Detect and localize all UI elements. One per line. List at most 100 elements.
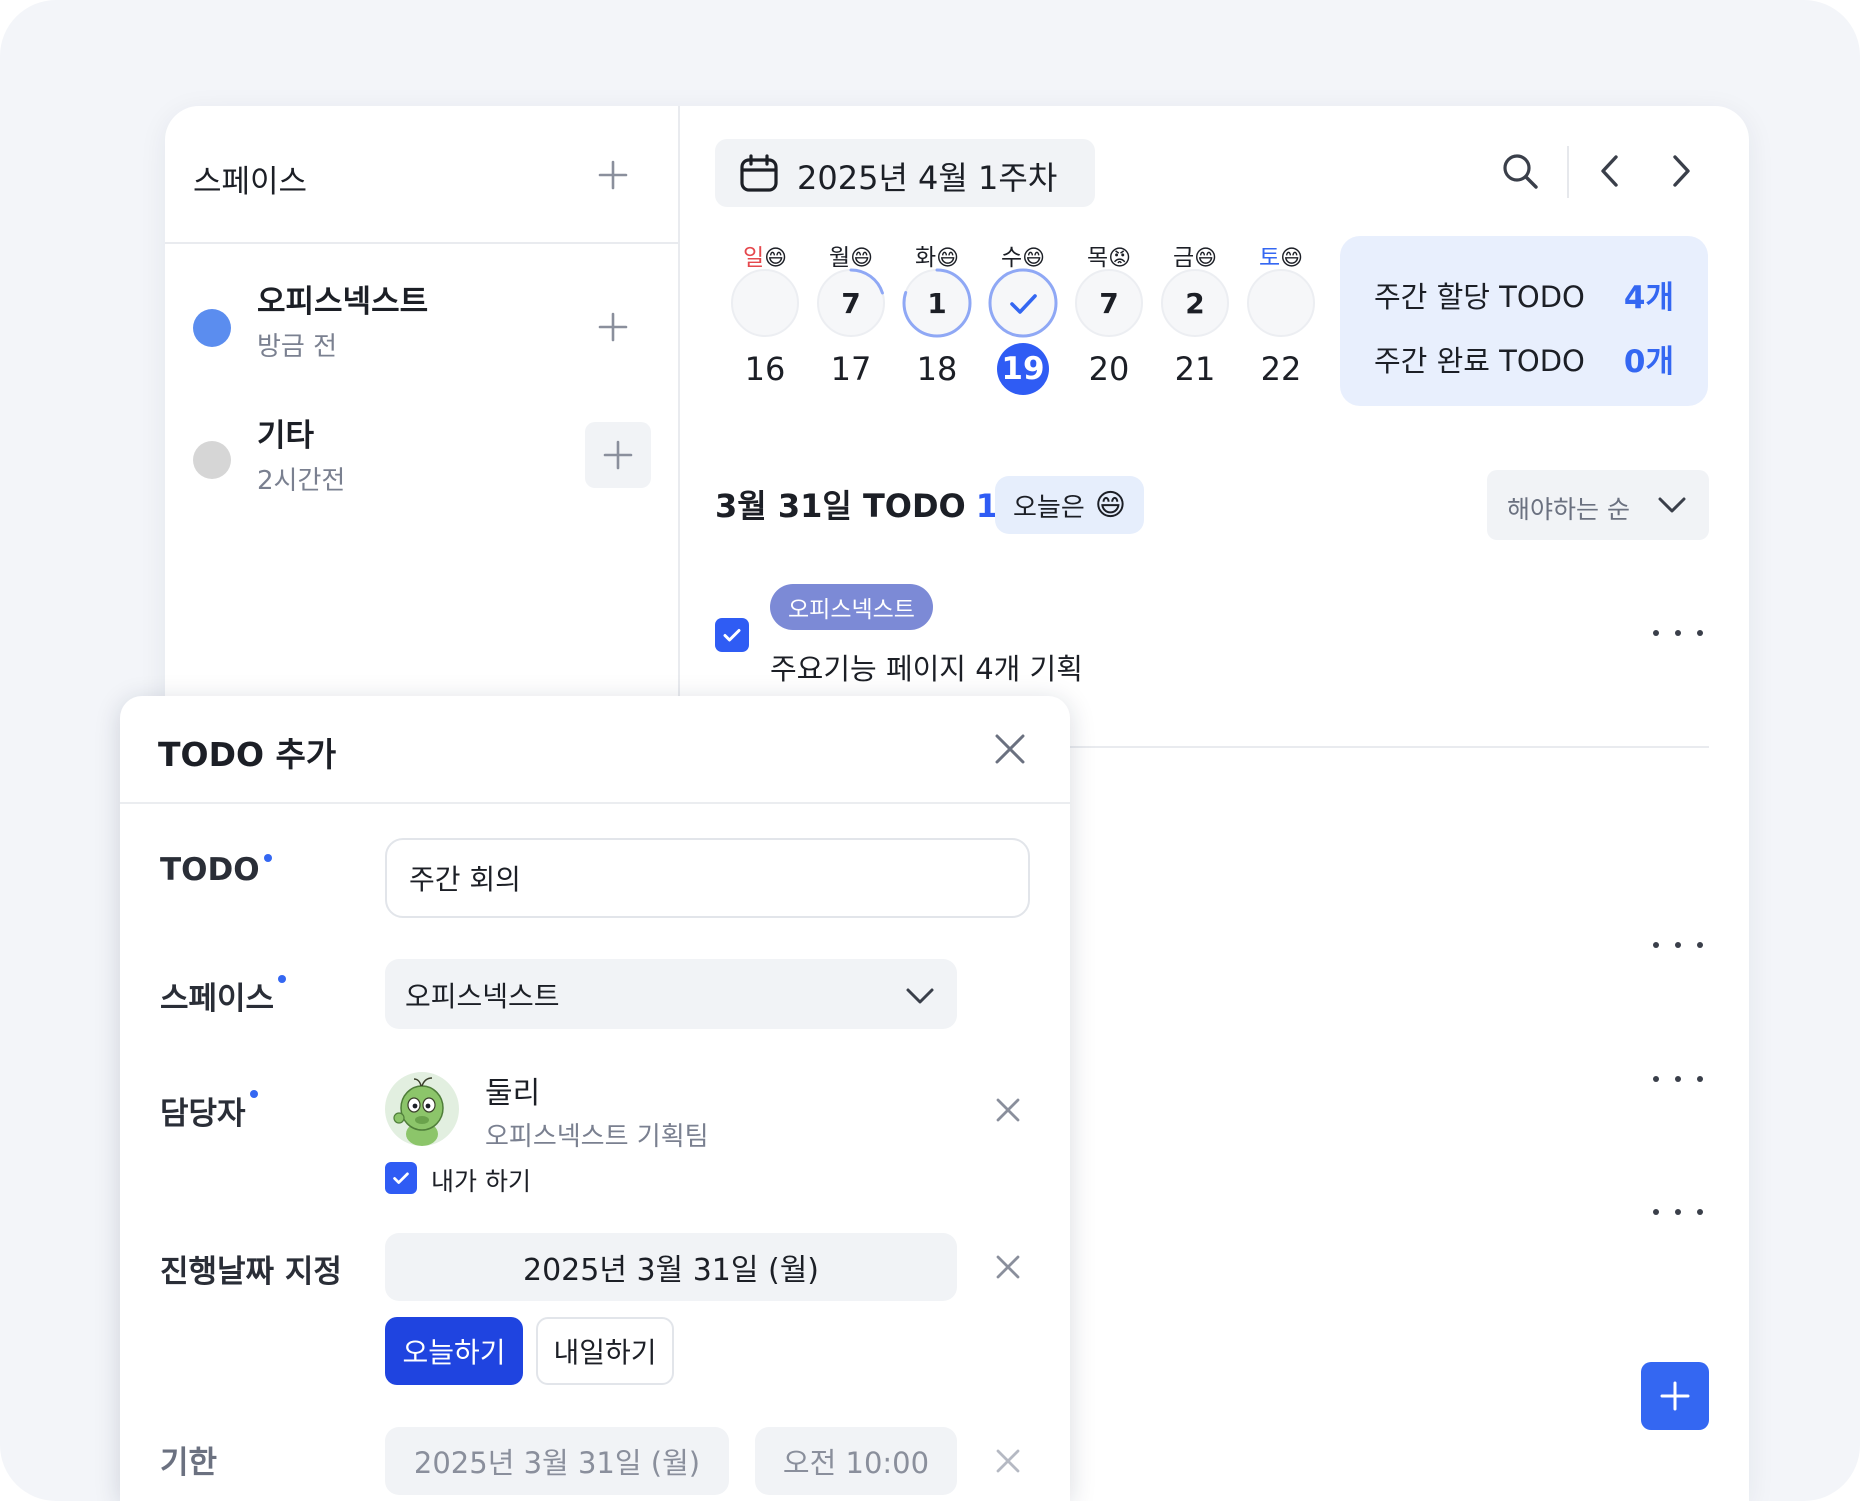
day-date: 17 <box>809 344 893 394</box>
progress-date-label: 진행날짜 지정 <box>160 1254 342 1290</box>
todo-checkbox[interactable] <box>715 618 749 652</box>
day-date: 16 <box>723 344 807 394</box>
space-name: 오피스넥스트 <box>257 284 429 320</box>
space-select-value: 오피스넥스트 <box>405 980 560 1013</box>
due-time-field[interactable]: 오전 10:00 <box>755 1427 957 1495</box>
day-todo-count <box>730 268 800 338</box>
weekly-stats-card: 주간 할당 TODO 4개 주간 완료 TODO 0개 <box>1340 236 1708 406</box>
assigned-todo-label: 주간 할당 TODO <box>1374 280 1585 314</box>
more-options-button[interactable] <box>1653 1069 1703 1089</box>
date-number: 19 <box>997 343 1049 395</box>
day-label: 화😄 <box>895 238 979 272</box>
clear-due-button[interactable] <box>986 1439 1030 1483</box>
next-week-button[interactable] <box>1655 146 1705 196</box>
check-icon <box>723 629 741 642</box>
day-label: 수😄 <box>981 238 1065 272</box>
avatar <box>385 1072 459 1146</box>
day-date: 21 <box>1153 344 1237 394</box>
todo-title[interactable]: 주요기능 페이지 4개 기획 <box>770 646 1083 688</box>
previous-week-button[interactable] <box>1586 146 1636 196</box>
more-options-button[interactable] <box>1653 935 1703 955</box>
todo-more-button[interactable] <box>1653 623 1703 643</box>
date-number: 16 <box>744 350 786 388</box>
add-todo-modal: TODO 추가 TODO 스페이스 오피스넥스트 담당자 둘리 오피스넥스트 기… <box>120 696 1070 1501</box>
week-day-4[interactable]: 목😡 7 20 <box>1067 238 1151 408</box>
space-field-label: 스페이스 <box>160 973 287 1018</box>
modal-header: TODO 추가 <box>120 696 1070 804</box>
today-date: 19 <box>981 343 1065 395</box>
search-icon <box>1503 154 1538 189</box>
day-todo-count <box>1246 268 1316 338</box>
day-date: 18 <box>895 344 979 394</box>
date-number: 20 <box>1088 350 1130 388</box>
self-assign-checkbox[interactable] <box>385 1162 417 1194</box>
close-icon <box>996 1098 1020 1122</box>
sidebar-title: 스페이스 <box>193 164 308 200</box>
date-number: 18 <box>916 350 958 388</box>
required-dot <box>263 854 272 862</box>
sidebar-item-officenext[interactable]: 오피스넥스트 방금 전 <box>165 256 680 376</box>
week-day-3[interactable]: 수😄 19 <box>981 238 1065 408</box>
add-todo-to-space-button[interactable] <box>581 295 645 359</box>
self-assign-label: 내가 하기 <box>431 1167 531 1196</box>
date-number: 21 <box>1174 350 1216 388</box>
week-day-0[interactable]: 일😄 16 <box>723 238 807 408</box>
dooly-avatar-icon <box>393 1077 444 1146</box>
space-name: 기타 <box>257 418 315 454</box>
add-todo-fab[interactable] <box>1641 1362 1709 1430</box>
week-label: 2025년 4월 1주차 <box>797 159 1058 197</box>
day-label: 일😄 <box>723 238 807 272</box>
assignee-name: 둘리 <box>485 1076 541 1111</box>
day-todo-count <box>988 268 1058 338</box>
more-options-button[interactable] <box>1653 1202 1703 1222</box>
space-updated-time: 2시간전 <box>257 466 346 496</box>
sort-dropdown[interactable]: 해야하는 순 <box>1487 470 1709 540</box>
space-updated-time: 방금 전 <box>257 332 338 362</box>
sidebar-item-etc[interactable]: 기타 2시간전 <box>165 396 680 516</box>
assignee-label-text: 담당자 <box>160 1096 246 1132</box>
toolbar-divider <box>1567 146 1569 198</box>
chevron-left-icon <box>1601 155 1618 187</box>
todo-field-label: TODO <box>160 852 272 888</box>
close-modal-button[interactable] <box>985 724 1035 774</box>
day-todo-count: 2 <box>1185 286 1205 320</box>
remove-assignee-button[interactable] <box>986 1088 1030 1132</box>
week-day-1[interactable]: 월😄 7 17 <box>809 238 893 408</box>
day-label: 금😄 <box>1153 238 1237 272</box>
completed-todo-label: 주간 완료 TODO <box>1374 344 1585 378</box>
mood-label: 오늘은 <box>1013 492 1085 523</box>
clear-progress-date-button[interactable] <box>986 1245 1030 1289</box>
assigned-todo-value: 4개 <box>1623 280 1674 316</box>
close-icon <box>996 1255 1020 1279</box>
add-space-button[interactable] <box>581 143 645 207</box>
today-button[interactable]: 오늘하기 <box>385 1317 523 1385</box>
mood-chip[interactable]: 오늘은 😄 <box>995 476 1145 534</box>
plus-icon <box>598 160 628 190</box>
check-icon <box>393 1172 409 1184</box>
day-date: 22 <box>1239 344 1323 394</box>
completed-todo-value: 0개 <box>1623 344 1674 380</box>
week-day-6[interactable]: 토😄 22 <box>1239 238 1323 408</box>
close-icon <box>996 1449 1020 1473</box>
todo-label-text: TODO <box>160 852 260 888</box>
search-button[interactable] <box>1495 146 1545 196</box>
mood-emoji-icon: 😄 <box>1094 487 1127 523</box>
tomorrow-button[interactable]: 내일하기 <box>536 1317 674 1385</box>
week-selector[interactable]: 2025년 4월 1주차 <box>715 139 1095 207</box>
chevron-right-icon <box>1673 155 1690 187</box>
add-todo-to-space-button[interactable] <box>585 422 651 488</box>
week-day-2[interactable]: 화😄 1 18 <box>895 238 979 408</box>
todo-section-title: 3월 31일 TODO 1 <box>715 481 998 527</box>
space-color-dot <box>193 441 231 479</box>
todo-input[interactable] <box>385 838 1030 918</box>
date-number: 22 <box>1260 350 1302 388</box>
chevron-down-icon <box>906 988 934 1004</box>
sidebar-header: 스페이스 <box>165 106 680 244</box>
day-label: 월😄 <box>809 238 893 272</box>
space-select[interactable]: 오피스넥스트 <box>385 959 957 1029</box>
progress-date-field[interactable]: 2025년 3월 31일 (월) <box>385 1233 957 1301</box>
plus-icon <box>598 312 628 342</box>
week-day-5[interactable]: 금😄 2 21 <box>1153 238 1237 408</box>
day-date: 20 <box>1067 344 1151 394</box>
due-date-field[interactable]: 2025년 3월 31일 (월) <box>385 1427 729 1495</box>
